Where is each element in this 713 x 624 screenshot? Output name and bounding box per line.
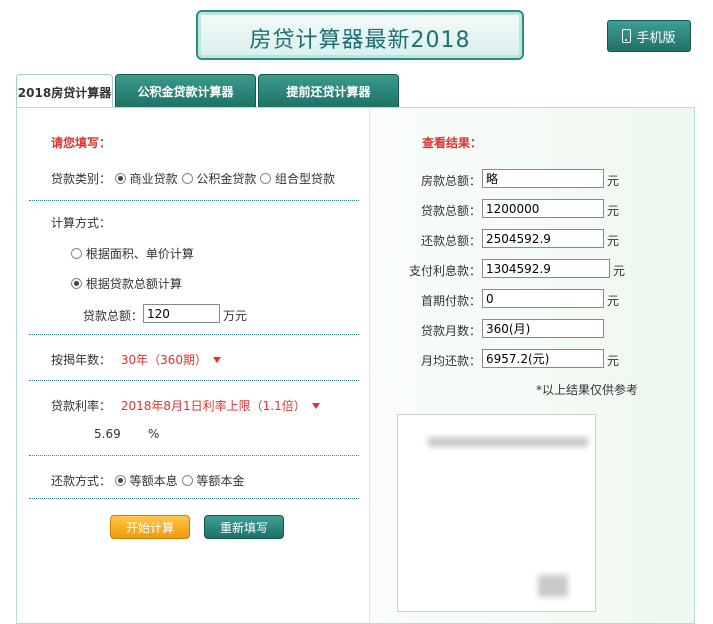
tab-label: 2018房贷计算器 [17,85,112,100]
result-unit: 元 [613,264,626,278]
form-heading: 请您填写： [51,136,112,150]
result-label: 首期付款： [420,294,481,308]
repay-method-row: 还款方式： 等额本息 等额本金 [51,472,244,489]
loan-type-provident-label: 公积金贷款 [196,172,257,186]
loan-type-combined-radio[interactable] [260,173,272,184]
result-monthly-payment-field[interactable] [482,349,604,368]
result-unit: 元 [607,294,620,308]
result-house-total-field[interactable] [482,169,604,188]
mobile-version-label: 手机版 [636,30,676,46]
loan-total-label: 贷款总额： [83,309,144,323]
result-down-payment-field[interactable] [482,289,604,308]
loan-total-input[interactable] [143,304,220,323]
result-label: 房款总额： [420,174,481,188]
loan-total-unit: 万元 [223,309,248,323]
result-label: 月均还款： [420,354,481,368]
result-months-field[interactable] [482,319,604,338]
tab-label: 公积金贷款计算器 [137,84,234,99]
tab-mortgage-2018[interactable]: 2018房贷计算器 [16,74,113,109]
mobile-version-button[interactable]: 手机版 [607,20,691,52]
years-row: 按揭年数： 30年（360期） [51,351,222,368]
repay-equal-principal-radio[interactable] [181,475,193,486]
results-note: *以上结果仅供参考 [536,383,639,397]
reset-form-button[interactable]: 重新填写 [204,515,284,539]
page-title: 房贷计算器最新2018 [249,28,471,53]
result-label: 贷款总额： [420,204,481,218]
result-label: 贷款月数： [420,324,481,338]
mobile-phone-icon [622,29,632,43]
years-select[interactable]: 30年（360期） [120,353,222,367]
repay-method-label: 还款方式： [51,474,112,488]
calc-method-total-label: 根据贷款总额计算 [85,277,182,291]
calc-method-label: 计算方式： [51,216,112,230]
reset-form-label: 重新填写 [219,520,268,535]
tab-label: 提前还贷计算器 [286,84,371,99]
rate-number[interactable]: 5.69 [94,427,121,441]
loan-type-label: 贷款类别： [51,172,112,186]
result-unit: 元 [607,174,620,188]
blurred-advertisement[interactable] [397,414,596,612]
result-interest-field[interactable] [482,259,610,278]
divider [29,380,359,381]
years-label: 按揭年数： [51,353,112,367]
dropdown-arrow-icon [311,403,320,409]
input-form: 请您填写： 贷款类别： 商业贷款 公积金贷款 组合型贷款 计算方式： 根据面积、… [17,108,370,623]
calc-method-total-radio[interactable] [71,278,82,289]
result-label: 支付利息款： [408,264,481,278]
result-unit: 元 [607,234,620,248]
result-unit: 元 [607,204,620,218]
divider [29,455,359,456]
blurred-text [428,437,588,447]
years-value: 30年（360期） [120,353,208,367]
divider [29,498,359,499]
calc-method-area-label: 根据面积、单价计算 [85,247,194,261]
rate-row: 贷款利率： 2018年8月1日利率上限（1.1倍） [51,397,320,414]
loan-type-commercial-radio[interactable] [114,173,126,184]
rate-unit: % [148,427,160,441]
tab-prepayment[interactable]: 提前还贷计算器 [258,74,399,108]
result-unit: 元 [607,354,620,368]
repay-equal-installment-radio[interactable] [114,475,126,486]
divider [29,334,359,335]
result-label: 还款总额： [420,234,481,248]
calc-method-total-option: 根据贷款总额计算 [71,275,182,292]
start-calculation-label: 开始计算 [125,520,174,535]
divider [29,200,359,201]
start-calculation-button[interactable]: 开始计算 [110,515,190,539]
calc-method-area-radio[interactable] [71,248,82,259]
results-heading: 查看结果： [422,136,483,150]
dropdown-arrow-icon [213,357,222,363]
blurred-text [538,575,568,597]
repay-equal-installment-label: 等额本息 [129,474,178,488]
rate-label: 贷款利率： [51,399,112,413]
rate-value: 2018年8月1日利率上限（1.1倍） [120,399,306,413]
result-loan-total-field[interactable] [482,199,604,218]
calculator-panel: 请您填写： 贷款类别： 商业贷款 公积金贷款 组合型贷款 计算方式： 根据面积、… [16,107,695,624]
tab-provident-fund[interactable]: 公积金贷款计算器 [115,74,256,108]
repay-equal-principal-label: 等额本金 [196,474,245,488]
result-repay-total-field[interactable] [482,229,604,248]
rate-select[interactable]: 2018年8月1日利率上限（1.1倍） [121,399,320,413]
page-title-banner: 房贷计算器最新2018 [196,10,524,60]
loan-type-row: 贷款类别： 商业贷款 公积金贷款 组合型贷款 [51,170,335,187]
loan-type-combined-label: 组合型贷款 [275,172,336,186]
loan-type-commercial-label: 商业贷款 [129,172,178,186]
calc-method-area-option: 根据面积、单价计算 [71,245,194,262]
loan-type-provident-radio[interactable] [181,173,193,184]
